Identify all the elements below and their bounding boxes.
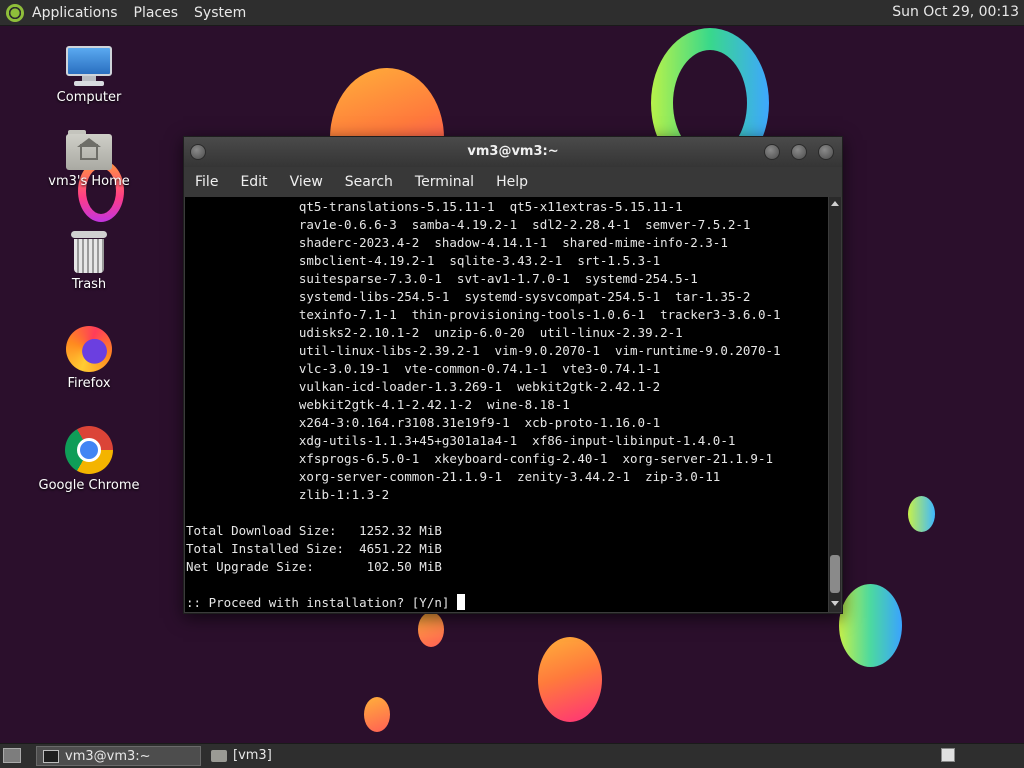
terminal-icon: [43, 750, 59, 763]
taskbar-item-files[interactable]: [vm3]: [205, 746, 375, 766]
desktop-icon-label: Google Chrome: [38, 478, 140, 493]
terminal-line: texinfo-7.1-1 thin-provisioning-tools-1.…: [298, 307, 781, 322]
terminal-line: suitesparse-7.3.0-1 svt-av1-1.7.0-1 syst…: [298, 271, 698, 286]
terminal-line: xfsprogs-6.5.0-1 xkeyboard-config-2.40-1…: [298, 451, 773, 466]
terminal-line: udisks2-2.10.1-2 unzip-6.0-20 util-linux…: [298, 325, 683, 340]
wallpaper-blob: [538, 637, 602, 722]
terminal-line: vlc-3.0.19-1 vte-common-0.74.1-1 vte3-0.…: [298, 361, 661, 376]
close-icon[interactable]: [818, 144, 834, 160]
desktop: Applications Places System Sun Oct 29, 0…: [0, 0, 1024, 768]
desktop-icon-computer[interactable]: Computer: [29, 46, 149, 105]
home-folder-icon: [66, 130, 112, 170]
terminal-line: xorg-server-common-21.1.9-1 zenity-3.44.…: [298, 469, 721, 484]
top-panel: Applications Places System Sun Oct 29, 0…: [0, 0, 1024, 26]
scrollbar-thumb[interactable]: [830, 555, 840, 593]
desktop-icon-chrome[interactable]: Google Chrome: [29, 426, 149, 493]
maximize-icon[interactable]: [791, 144, 807, 160]
menu-view[interactable]: View: [279, 174, 334, 190]
terminal-line: Total Installed Size: 4651.22 MiB: [186, 541, 442, 556]
desktop-icon-home[interactable]: vm3's Home: [29, 130, 149, 189]
computer-icon: [66, 46, 112, 86]
wallpaper-blob: [908, 496, 935, 532]
desktop-icon-firefox[interactable]: Firefox: [29, 326, 149, 391]
bottom-panel: vm3@vm3:~ [vm3]: [0, 743, 1024, 768]
show-desktop-icon[interactable]: [3, 748, 21, 763]
wallpaper-blob: [364, 697, 390, 732]
terminal-line: zlib-1:1.3-2: [298, 487, 390, 502]
wallpaper-blob: [839, 584, 902, 667]
menu-edit[interactable]: Edit: [229, 174, 278, 190]
terminal-window[interactable]: vm3@vm3:~ File Edit View Search Terminal…: [183, 136, 843, 614]
trash-icon: [71, 231, 107, 273]
desktop-icon-label: Firefox: [67, 376, 111, 391]
taskbar-item-label: vm3@vm3:~: [65, 749, 151, 764]
workspace-switcher[interactable]: [941, 748, 955, 762]
terminal-output[interactable]: qt5-translations-5.15.11-1 qt5-x11extras…: [185, 197, 828, 612]
scroll-up-icon[interactable]: [831, 201, 839, 206]
system-menu[interactable]: System: [194, 5, 246, 21]
places-menu[interactable]: Places: [134, 5, 179, 21]
terminal-line: systemd-libs-254.5-1 systemd-sysvcompat-…: [298, 289, 751, 304]
terminal-line: smbclient-4.19.2-1 sqlite-3.43.2-1 srt-1…: [298, 253, 661, 268]
chrome-icon: [65, 426, 113, 474]
desktop-icon-label: vm3's Home: [48, 174, 130, 189]
terminal-line: qt5-translations-5.15.11-1 qt5-x11extras…: [298, 199, 683, 214]
desktop-icon-label: Computer: [56, 90, 122, 105]
scroll-down-icon[interactable]: [831, 601, 839, 606]
terminal-line: x264-3:0.164.r3108.31e19f9-1 xcb-proto-1…: [298, 415, 661, 430]
window-titlebar[interactable]: vm3@vm3:~: [184, 137, 842, 167]
taskbar-item-terminal[interactable]: vm3@vm3:~: [36, 746, 201, 766]
terminal-line: rav1e-0.6.6-3 samba-4.19.2-1 sdl2-2.28.4…: [298, 217, 751, 232]
terminal-line: shaderc-2023.4-2 shadow-4.14.1-1 shared-…: [298, 235, 728, 250]
terminal-line: webkit2gtk-4.1-2.42.1-2 wine-8.18-1: [298, 397, 570, 412]
window-menu-icon[interactable]: [190, 144, 206, 160]
terminal-line: Total Download Size: 1252.32 MiB: [186, 523, 442, 538]
menu-help[interactable]: Help: [485, 174, 539, 190]
clock[interactable]: Sun Oct 29, 00:13: [892, 4, 1019, 20]
folder-icon: [211, 750, 227, 762]
firefox-icon: [66, 326, 112, 372]
install-prompt: :: Proceed with installation? [Y/n]: [186, 595, 457, 610]
terminal-line: vulkan-icd-loader-1.3.269-1 webkit2gtk-2…: [298, 379, 661, 394]
terminal-text: qt5-translations-5.15.11-1 qt5-x11extras…: [186, 198, 826, 612]
applications-menu[interactable]: Applications: [32, 5, 118, 21]
wallpaper-blob: [418, 612, 444, 647]
terminal-line: xdg-utils-1.1.3+45+g301a1a4-1 xf86-input…: [298, 433, 736, 448]
menu-terminal[interactable]: Terminal: [404, 174, 485, 190]
desktop-icon-label: Trash: [71, 277, 107, 292]
terminal-menubar: File Edit View Search Terminal Help: [184, 167, 842, 197]
terminal-scrollbar[interactable]: [829, 197, 841, 612]
minimize-icon[interactable]: [764, 144, 780, 160]
desktop-icon-trash[interactable]: Trash: [29, 231, 149, 292]
text-cursor: [456, 594, 465, 610]
taskbar-item-label: [vm3]: [233, 748, 272, 763]
menu-file[interactable]: File: [184, 174, 229, 190]
window-title: vm3@vm3:~: [467, 144, 559, 159]
distro-logo-icon[interactable]: [6, 3, 24, 22]
terminal-line: Net Upgrade Size: 102.50 MiB: [186, 559, 442, 574]
menu-search[interactable]: Search: [334, 174, 404, 190]
terminal-line: util-linux-libs-2.39.2-1 vim-9.0.2070-1 …: [298, 343, 781, 358]
